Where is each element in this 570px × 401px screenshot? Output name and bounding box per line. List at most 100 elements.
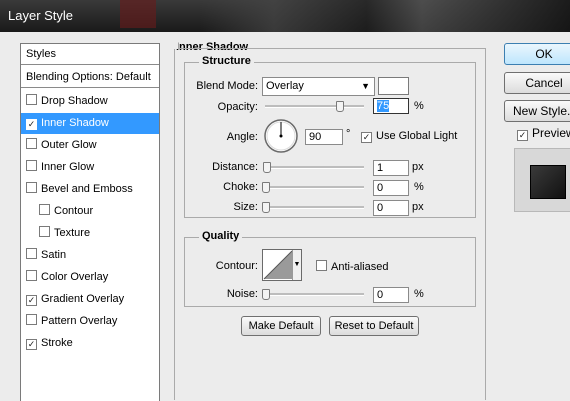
- choke-unit: %: [414, 181, 424, 193]
- checkbox-box[interactable]: [26, 94, 37, 105]
- style-item-bevel-and-emboss[interactable]: Bevel and Emboss: [21, 179, 159, 200]
- checkbox-box[interactable]: [26, 314, 37, 325]
- noise-unit: %: [414, 288, 424, 300]
- opacity-slider[interactable]: [265, 105, 364, 108]
- style-item-label: Inner Glow: [41, 161, 95, 173]
- opacity-slider-thumb[interactable]: [336, 101, 345, 112]
- structure-legend: Structure: [199, 55, 254, 67]
- blend-color-swatch[interactable]: [378, 77, 409, 95]
- cancel-button[interactable]: Cancel: [504, 72, 570, 94]
- angle-input[interactable]: 90: [305, 129, 343, 145]
- ok-button[interactable]: OK: [504, 43, 570, 65]
- preview-swatch: [530, 165, 566, 199]
- background-blur: [200, 0, 570, 32]
- contour-label: Contour:: [215, 260, 258, 272]
- contour-curve-icon: [263, 250, 293, 280]
- style-item-label: Satin: [41, 249, 67, 261]
- style-item-pattern-overlay[interactable]: Pattern Overlay: [21, 311, 159, 332]
- angle-label: Angle:: [226, 131, 258, 143]
- checkbox-box[interactable]: [26, 248, 37, 259]
- style-item-label: Drop Shadow: [41, 95, 108, 107]
- checkbox-box[interactable]: ✓: [26, 295, 37, 306]
- opacity-unit: %: [414, 100, 424, 112]
- checkbox-box[interactable]: [26, 182, 37, 193]
- preview-checkbox[interactable]: ✓ Preview: [517, 126, 570, 141]
- quality-legend: Quality: [199, 230, 243, 242]
- style-item-label: Stroke: [41, 337, 73, 349]
- distance-input[interactable]: 1: [373, 160, 409, 176]
- style-item-label: Color Overlay: [41, 271, 109, 283]
- blend-mode-select[interactable]: Overlay ▼: [262, 77, 375, 96]
- checkbox-box[interactable]: ✓: [26, 119, 37, 130]
- angle-dial[interactable]: [263, 118, 299, 154]
- noise-slider-thumb[interactable]: [262, 289, 270, 300]
- blending-options-item[interactable]: Blending Options: Default: [21, 67, 159, 88]
- background-blur: [120, 0, 156, 28]
- checkbox-box[interactable]: [26, 270, 37, 281]
- preview-label: Preview: [532, 126, 570, 140]
- style-item-label: Pattern Overlay: [41, 315, 118, 327]
- opacity-input[interactable]: 75: [373, 98, 409, 114]
- style-item-label: Outer Glow: [41, 139, 97, 151]
- noise-label: Noise:: [226, 288, 258, 300]
- styles-list: Styles Blending Options: Default Drop Sh…: [20, 43, 160, 401]
- angle-unit: °: [346, 128, 351, 140]
- size-label: Size:: [233, 201, 258, 213]
- style-item-color-overlay[interactable]: Color Overlay: [21, 267, 159, 288]
- style-item-label: Bevel and Emboss: [41, 183, 133, 195]
- size-input[interactable]: 0: [373, 200, 409, 216]
- checkbox-box[interactable]: ✓: [361, 132, 372, 143]
- window-title: Layer Style: [8, 8, 74, 23]
- style-item-texture[interactable]: Texture: [21, 223, 159, 244]
- noise-input[interactable]: 0: [373, 287, 409, 303]
- opacity-label: Opacity:: [217, 101, 258, 113]
- size-slider[interactable]: [265, 206, 364, 209]
- use-global-light-label: Use Global Light: [376, 130, 458, 142]
- distance-unit: px: [412, 161, 424, 173]
- reset-to-default-button[interactable]: Reset to Default: [329, 316, 419, 336]
- size-unit: px: [412, 201, 424, 213]
- blend-mode-value: Overlay: [266, 80, 304, 92]
- choke-slider[interactable]: [265, 186, 364, 189]
- style-item-gradient-overlay[interactable]: ✓ Gradient Overlay: [21, 289, 159, 310]
- style-item-label: Texture: [54, 227, 91, 239]
- checkbox-box[interactable]: [39, 204, 50, 215]
- checkbox-box[interactable]: ✓: [26, 339, 37, 350]
- style-preview: [514, 148, 570, 212]
- style-item-label: Inner Shadow: [41, 117, 109, 129]
- style-item-inner-glow[interactable]: Inner Glow: [21, 157, 159, 178]
- style-item-satin[interactable]: Satin: [21, 245, 159, 266]
- style-item-contour[interactable]: Contour: [21, 201, 159, 222]
- choke-label: Choke:: [223, 181, 258, 193]
- anti-aliased-label: Anti-aliased: [331, 261, 389, 273]
- choke-slider-thumb[interactable]: [262, 182, 270, 193]
- checkbox-box[interactable]: [39, 226, 50, 237]
- size-slider-thumb[interactable]: [262, 202, 270, 213]
- style-item-label: Contour: [54, 205, 94, 217]
- checkbox-box[interactable]: [26, 138, 37, 149]
- contour-picker[interactable]: ▼: [262, 249, 302, 281]
- make-default-button[interactable]: Make Default: [241, 316, 321, 336]
- chevron-down-icon[interactable]: ▼: [292, 250, 301, 280]
- checkbox-box[interactable]: [26, 160, 37, 171]
- style-item-outer-glow[interactable]: Outer Glow: [21, 135, 159, 156]
- distance-slider[interactable]: [265, 166, 364, 169]
- blend-mode-label: Blend Mode:: [196, 80, 258, 92]
- style-item-label: Gradient Overlay: [41, 293, 125, 305]
- style-item-stroke[interactable]: ✓ Stroke: [21, 333, 159, 354]
- style-item-drop-shadow[interactable]: Drop Shadow: [21, 91, 159, 112]
- checkbox-box[interactable]: [316, 260, 327, 271]
- chevron-down-icon: ▼: [361, 81, 370, 91]
- title-bar: Layer Style: [0, 0, 570, 32]
- distance-label: Distance:: [212, 161, 258, 173]
- choke-input[interactable]: 0: [373, 180, 409, 196]
- style-item-inner-shadow[interactable]: ✓ Inner Shadow: [21, 113, 159, 134]
- checkbox-box[interactable]: ✓: [517, 130, 528, 141]
- noise-slider[interactable]: [265, 293, 364, 296]
- distance-slider-thumb[interactable]: [262, 162, 271, 173]
- use-global-light-checkbox[interactable]: ✓ Use Global Light: [361, 130, 457, 143]
- styles-header[interactable]: Styles: [21, 44, 159, 65]
- opacity-value: 75: [377, 100, 390, 112]
- anti-aliased-checkbox[interactable]: Anti-aliased: [316, 260, 388, 273]
- new-style-button[interactable]: New Style...: [504, 100, 570, 122]
